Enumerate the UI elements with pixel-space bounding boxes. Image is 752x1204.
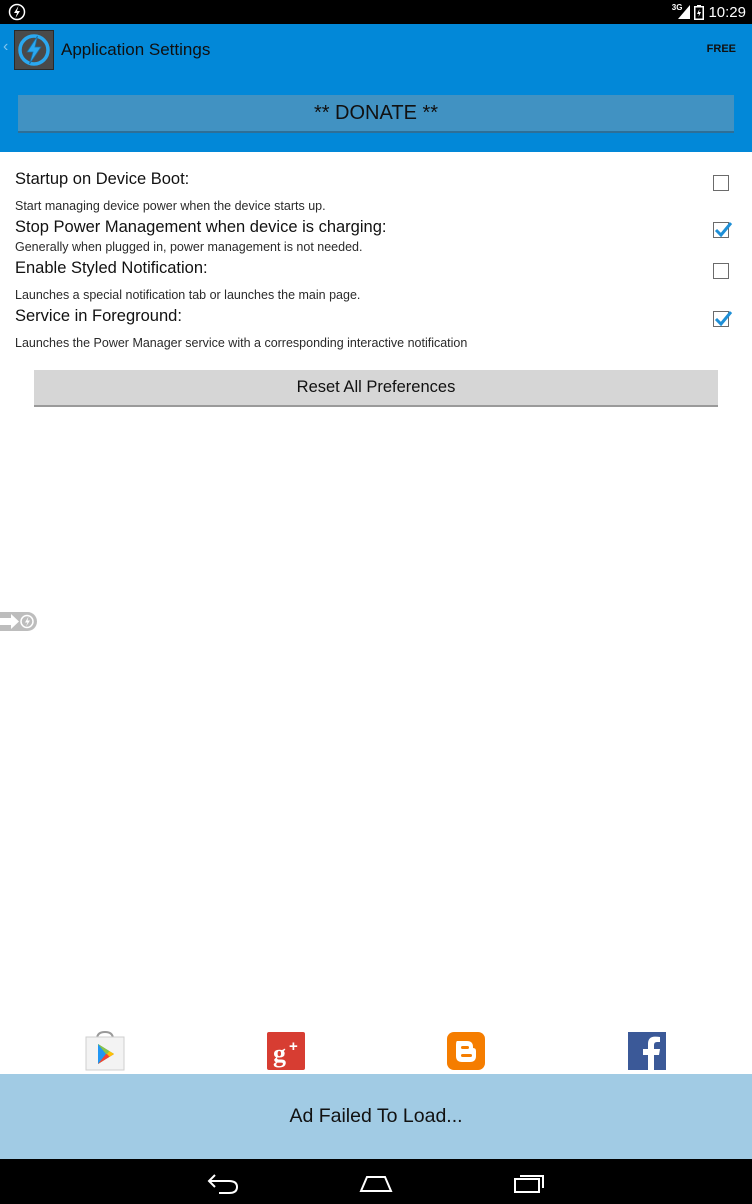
home-icon[interactable]: [358, 1169, 394, 1195]
app-logo-icon[interactable]: [14, 30, 54, 70]
pref-summary: Launches a special notification tab or l…: [15, 288, 361, 302]
facebook-icon[interactable]: [627, 1031, 667, 1071]
back-icon[interactable]: [205, 1169, 241, 1195]
pref-summary: Launches the Power Manager service with …: [15, 336, 468, 350]
checkmark-icon: [714, 222, 733, 238]
donate-button[interactable]: ** DONATE **: [18, 95, 734, 133]
arrow-right-icon: [0, 614, 34, 629]
page-title: Application Settings: [61, 40, 211, 59]
back-chevron-icon[interactable]: ‹: [3, 38, 8, 56]
pref-startup-on-boot[interactable]: Startup on Device Boot: Start managing d…: [15, 170, 737, 214]
svg-text:g: g: [273, 1039, 286, 1068]
navigation-bar: [0, 1159, 752, 1204]
pref-summary: Start managing device power when the dev…: [15, 199, 326, 213]
checkmark-icon: [714, 311, 733, 327]
battery-charging-icon: [694, 4, 705, 20]
action-bar: ‹ Application Settings FREE ** DONATE **: [0, 24, 752, 152]
google-play-icon[interactable]: [85, 1030, 125, 1071]
pref-title: Service in Foreground:: [15, 307, 182, 325]
clock: 10:29: [708, 3, 746, 21]
power-manager-notification-icon: [8, 3, 26, 21]
ad-banner[interactable]: Ad Failed To Load...: [0, 1074, 752, 1159]
status-bar: 3G 10:29: [0, 0, 752, 24]
recent-apps-icon[interactable]: [511, 1169, 547, 1195]
startup-checkbox[interactable]: [713, 175, 729, 191]
pref-title: Startup on Device Boot:: [15, 170, 190, 188]
network-type-label: 3G: [671, 2, 683, 12]
svg-text:+: +: [289, 1038, 298, 1055]
screen: 3G 10:29 ‹ Application Settings FREE ** …: [0, 0, 752, 1204]
pref-title: Stop Power Management when device is cha…: [15, 218, 387, 236]
pref-service-foreground[interactable]: Service in Foreground: Launches the Powe…: [15, 307, 737, 351]
google-plus-icon[interactable]: g +: [266, 1031, 306, 1071]
pref-summary: Generally when plugged in, power managem…: [15, 240, 363, 254]
blogger-icon[interactable]: [446, 1031, 486, 1071]
pref-stop-when-charging[interactable]: Stop Power Management when device is cha…: [15, 218, 737, 258]
free-badge: FREE: [706, 43, 736, 55]
notification-pull-tab[interactable]: [0, 612, 37, 631]
reset-preferences-button[interactable]: Reset All Preferences: [34, 370, 718, 407]
styled-notification-checkbox[interactable]: [713, 263, 729, 279]
service-foreground-checkbox[interactable]: [713, 311, 733, 327]
pref-styled-notification[interactable]: Enable Styled Notification: Launches a s…: [15, 259, 737, 303]
pref-title: Enable Styled Notification:: [15, 259, 208, 277]
stop-when-charging-checkbox[interactable]: [713, 222, 733, 238]
